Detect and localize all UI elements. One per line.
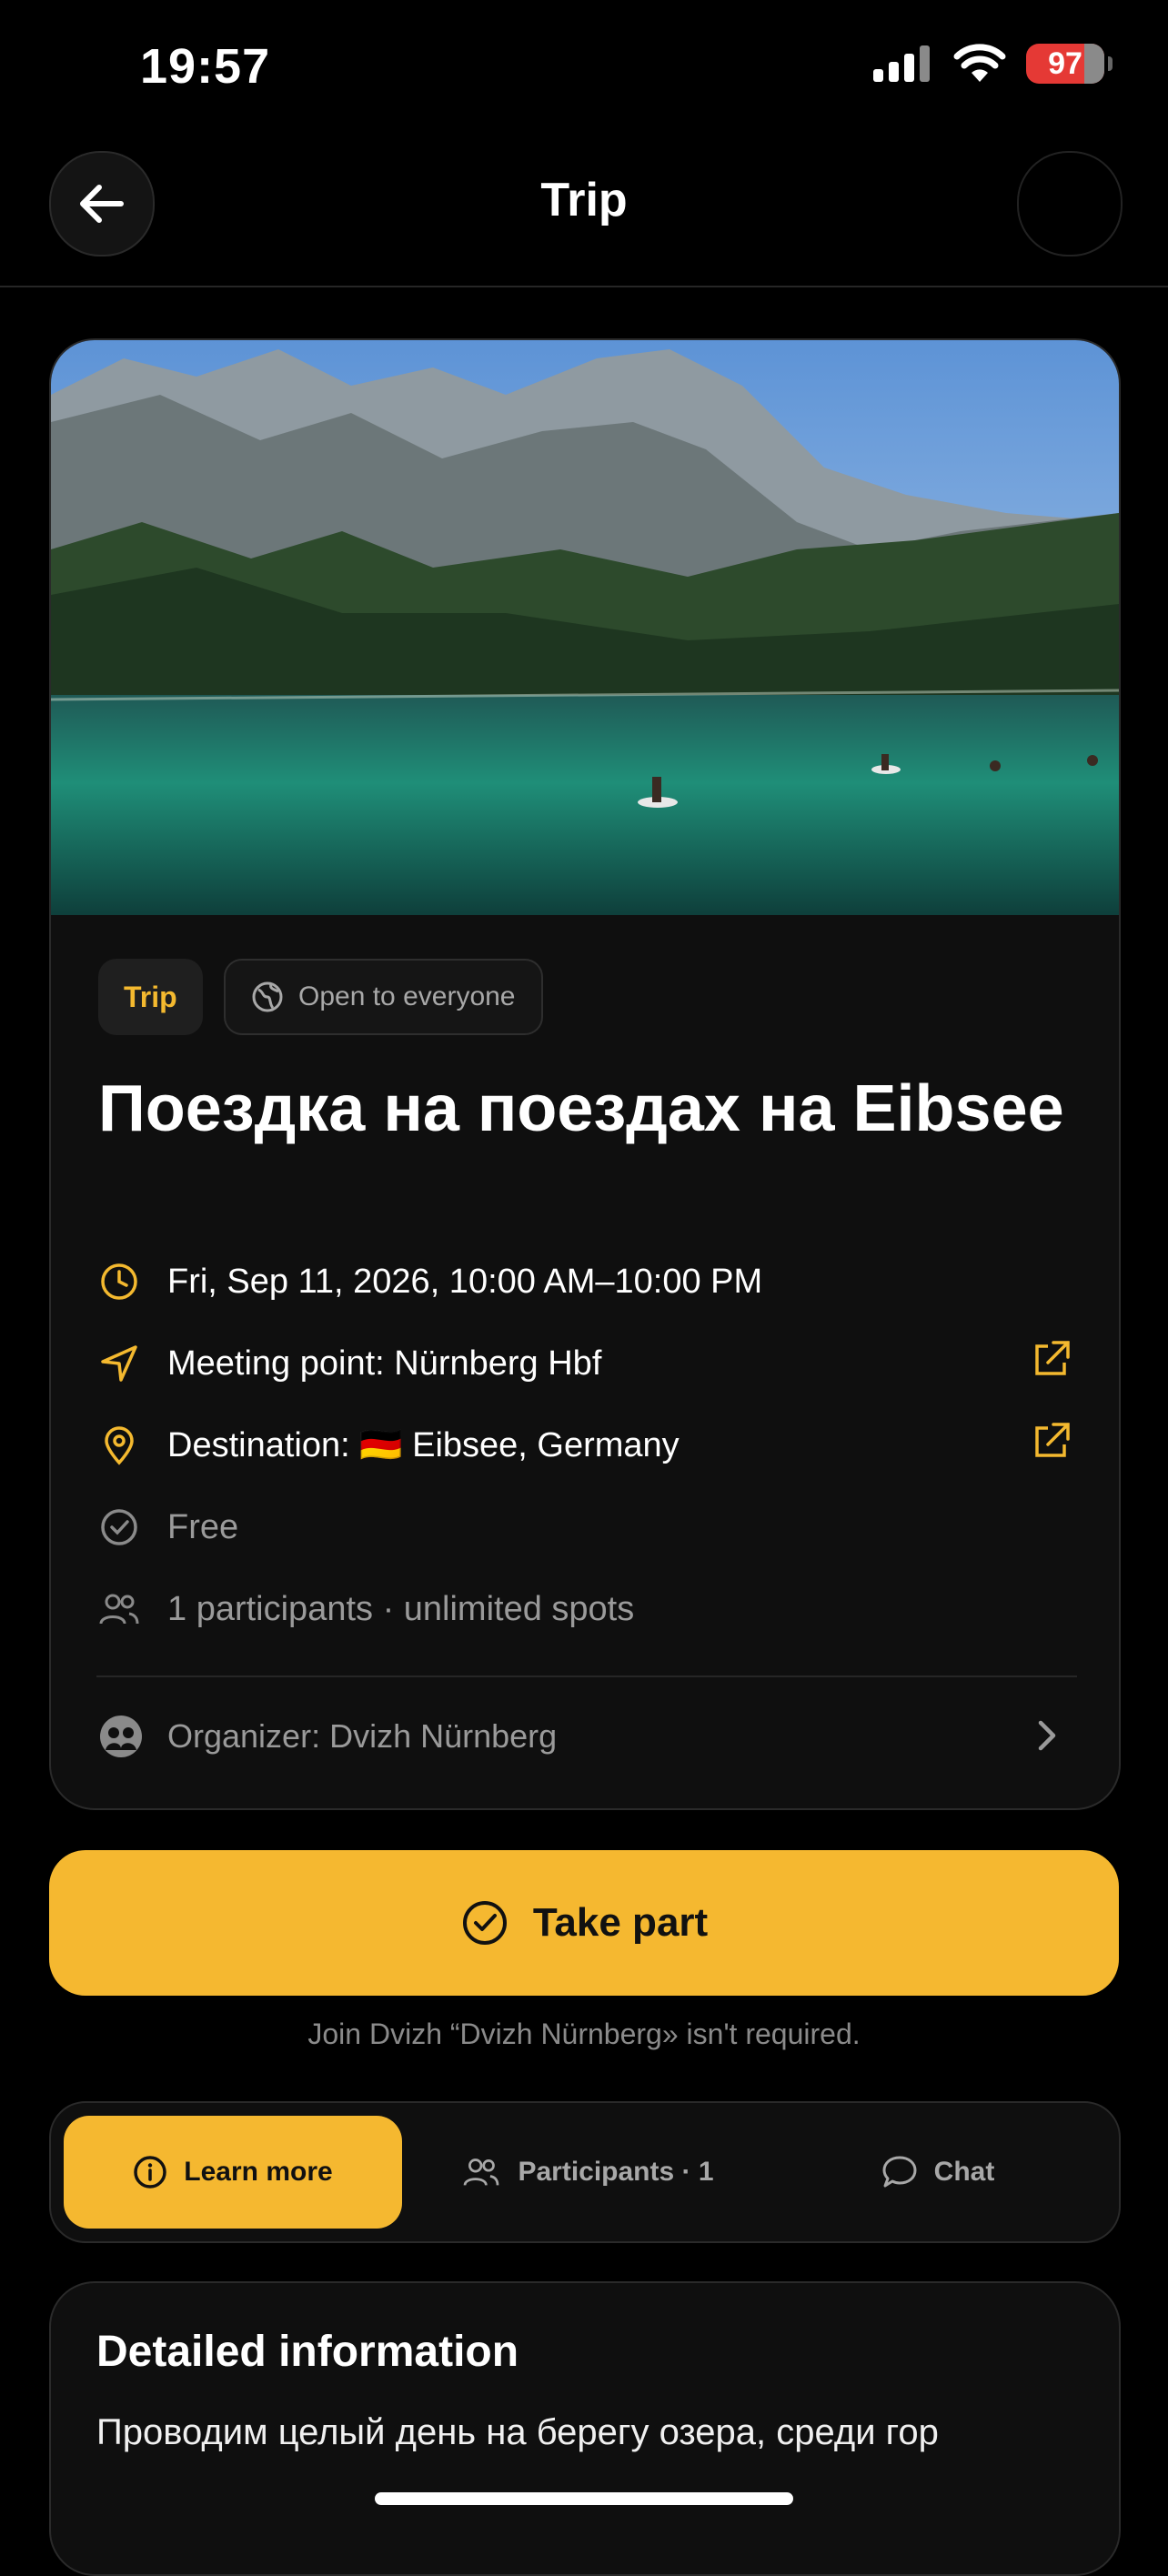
battery-icon: 97 — [1026, 44, 1113, 84]
participants-text: 1 participants · unlimited spots — [167, 1589, 635, 1628]
tab-chat[interactable]: Chat — [770, 2116, 1106, 2229]
organizer-text: Organizer: Dvizh Nürnberg — [167, 1717, 558, 1755]
event-title: Поездка на поездах на Eibsee — [98, 1072, 1064, 1145]
check-circle-icon — [462, 1901, 507, 1945]
hero-image — [51, 340, 1119, 915]
meeting-point-row: Meeting point: Nürnberg Hbf — [98, 1343, 601, 1384]
datetime-text: Fri, Sep 11, 2026, 10:00 AM–10:00 PM — [167, 1262, 763, 1301]
badge-trip: Trip — [98, 959, 203, 1035]
participants-row: 1 participants · unlimited spots — [98, 1588, 634, 1630]
external-link-icon[interactable] — [1030, 1337, 1073, 1381]
signal-icon — [873, 45, 930, 82]
organizer-row[interactable]: Organizer: Dvizh Nürnberg — [98, 1714, 557, 1759]
globe-icon — [252, 981, 283, 1012]
users-icon — [98, 1588, 140, 1630]
status-icons: 97 — [873, 44, 1113, 84]
destination-text: Destination: 🇩🇪 Eibsee, Germany — [167, 1426, 680, 1464]
wifi-icon — [953, 44, 1006, 82]
tab-participants-label: Participants · 1 — [518, 2157, 714, 2187]
join-note: Join Dvizh “Dvizh Nürnberg» isn't requir… — [307, 2018, 861, 2050]
clock-icon — [98, 1261, 140, 1303]
price-text: Free — [167, 1507, 239, 1546]
destination-row: Destination: 🇩🇪 Eibsee, Germany — [98, 1424, 680, 1466]
take-part-label: Take part — [532, 1900, 709, 1945]
status-time: 19:57 — [140, 39, 271, 94]
segmented-tabs: Learn more Participants · 1 Chat — [49, 2101, 1121, 2243]
map-pin-icon — [98, 1424, 140, 1466]
tab-chat-label: Chat — [933, 2157, 995, 2187]
nav-divider — [0, 286, 1168, 287]
tab-participants[interactable]: Participants · 1 — [415, 2116, 760, 2229]
tab-learn-more-label: Learn more — [184, 2157, 333, 2187]
page-title: Trip — [540, 174, 628, 226]
navigation-arrow-icon — [98, 1343, 140, 1384]
check-circle-icon — [98, 1506, 140, 1548]
chevron-right-icon — [1038, 1720, 1056, 1751]
price-row: Free — [98, 1506, 238, 1548]
info-icon — [134, 2156, 167, 2189]
datetime-row: Fri, Sep 11, 2026, 10:00 AM–10:00 PM — [98, 1261, 762, 1303]
chat-bubble-icon — [882, 2156, 917, 2188]
external-link-icon[interactable] — [1030, 1419, 1073, 1463]
home-indicator[interactable] — [375, 2492, 793, 2505]
details-title: Detailed information — [96, 2328, 519, 2376]
details-card: Detailed information Проводим целый день… — [49, 2281, 1121, 2576]
organizer-avatar-icon — [100, 1716, 142, 1757]
details-text: Проводим целый день на берегу озера, сре… — [96, 2412, 939, 2452]
take-part-button[interactable]: Take part — [49, 1850, 1119, 1996]
event-card: Trip Open to everyone Поездка на поездах… — [49, 338, 1121, 1810]
badge-open-to-everyone: Open to everyone — [224, 959, 543, 1035]
users-icon — [464, 2158, 499, 2186]
meeting-point-text: Meeting point: Nürnberg Hbf — [167, 1343, 602, 1383]
tab-learn-more[interactable]: Learn more — [64, 2116, 402, 2229]
nav-action-button[interactable] — [1017, 151, 1123, 257]
card-divider — [96, 1675, 1077, 1677]
badge-open-label: Open to everyone — [298, 981, 516, 1011]
